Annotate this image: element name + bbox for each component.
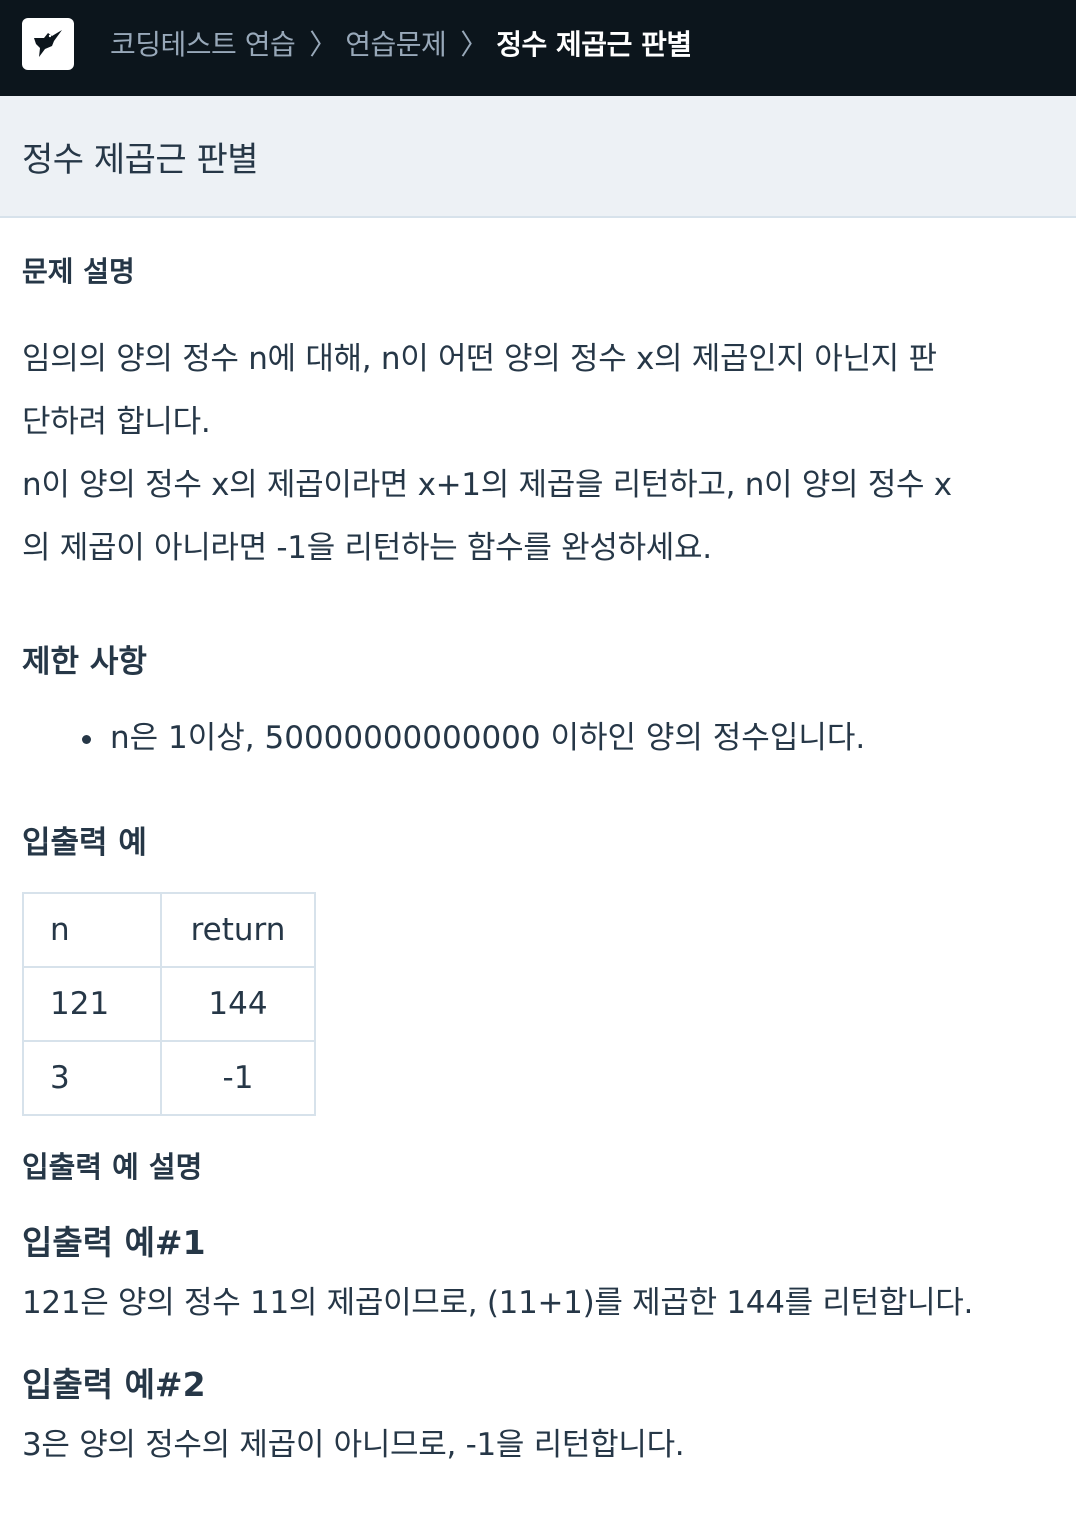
- problem-title-bar: 정수 제곱근 판별: [0, 96, 1076, 218]
- breadcrumb-current: 정수 제곱근 판별: [496, 28, 692, 61]
- problem-content: 문제 설명 임의의 양의 정수 n에 대해, n이 어떤 양의 정수 x의 제곱…: [22, 250, 1052, 1470]
- limit-item: n은 1이상, 50000000000000 이하인 양의 정수입니다.: [22, 713, 1052, 763]
- top-navigation-bar: 코딩테스트 연습 〉 연습문제 〉 정수 제곱근 판별: [0, 0, 1076, 96]
- description-line: 의 제곱이 아니라면 -1을 리턴하는 함수를 완성하세요.: [22, 530, 712, 566]
- example-1-text: 121은 양의 정수 11의 제곱이므로, (11+1)를 제곱한 144를 리…: [22, 1285, 974, 1321]
- example-1-title: 입출력 예#1: [22, 1223, 206, 1262]
- breadcrumb-practice[interactable]: 연습문제: [345, 23, 447, 63]
- table-cell: 144: [160, 966, 316, 1042]
- description-line: 단하려 합니다.: [22, 404, 211, 440]
- description-heading: 문제 설명: [22, 255, 135, 288]
- io-heading: 입출력 예: [22, 825, 147, 861]
- example-2-title: 입출력 예#2: [22, 1365, 206, 1404]
- breadcrumb-coding-test[interactable]: 코딩테스트 연습: [110, 23, 296, 63]
- table-cell: 3: [22, 1040, 162, 1116]
- table-header-row: n return: [22, 892, 316, 968]
- hummingbird-logo-icon[interactable]: [22, 18, 74, 70]
- table-cell: 121: [22, 966, 162, 1042]
- table-header: n: [22, 892, 162, 968]
- example-2-text: 3은 양의 정수의 제곱이 아니므로, -1을 리턴합니다.: [22, 1427, 685, 1463]
- chevron-right-icon: 〉: [460, 28, 488, 61]
- table-header: return: [160, 892, 316, 968]
- description-line: 임의의 양의 정수 n에 대해, n이 어떤 양의 정수 x의 제곱인지 아닌지…: [22, 341, 937, 377]
- io-table: n return 121 144 3 -1: [22, 892, 316, 1116]
- breadcrumb: 코딩테스트 연습 〉 연습문제 〉 정수 제곱근 판별: [110, 0, 692, 86]
- page-title: 정수 제곱근 판별: [22, 140, 259, 180]
- chevron-right-icon: 〉: [309, 28, 337, 61]
- limits-heading: 제한 사항: [22, 644, 147, 680]
- table-row: 121 144: [22, 966, 316, 1042]
- limits-list: n은 1이상, 50000000000000 이하인 양의 정수입니다.: [22, 713, 1052, 763]
- description: 임의의 양의 정수 n에 대해, n이 어떤 양의 정수 x의 제곱인지 아닌지…: [22, 328, 1052, 580]
- table-cell: -1: [160, 1040, 316, 1116]
- description-line: n이 양의 정수 x의 제곱이라면 x+1의 제곱을 리턴하고, n이 양의 정…: [22, 467, 952, 503]
- io-explain-heading: 입출력 예 설명: [22, 1150, 203, 1184]
- table-row: 3 -1: [22, 1040, 316, 1116]
